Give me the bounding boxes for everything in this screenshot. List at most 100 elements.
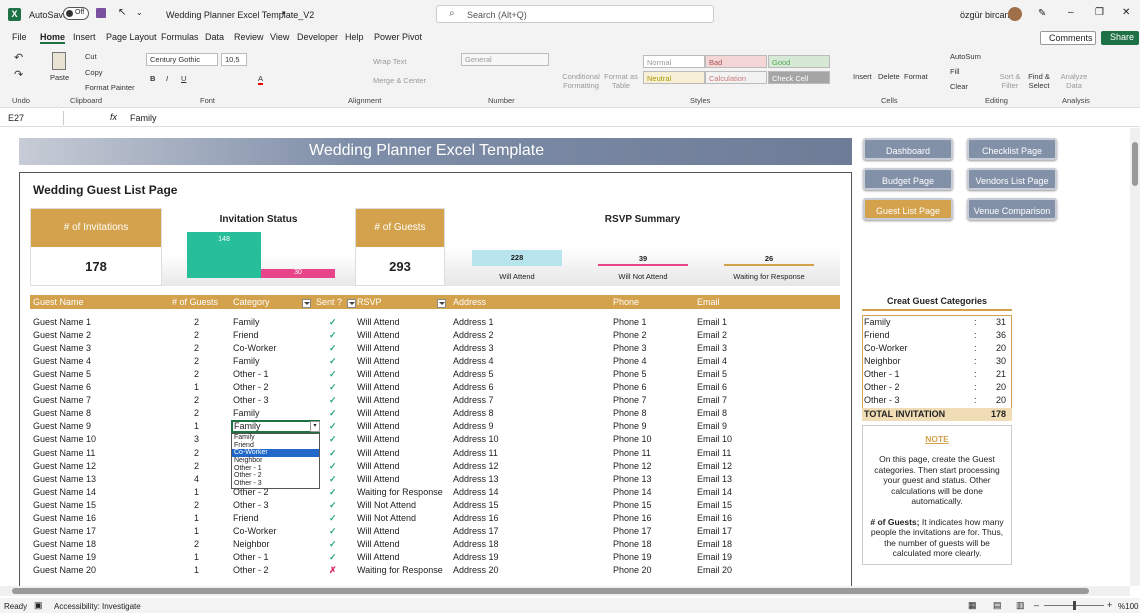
tab-help[interactable]: Help	[345, 32, 364, 42]
vertical-scrollbar-thumb[interactable]	[1132, 142, 1138, 186]
cell-sent[interactable]: ✓	[329, 434, 337, 445]
cell-category[interactable]: Other - 2	[233, 565, 269, 575]
cell-email[interactable]: Email 15	[697, 500, 732, 510]
cell-category[interactable]: Family	[233, 408, 260, 418]
table-row[interactable]: Guest Name 18 2 Neighbor ✓ Will Attend Addres…	[0, 538, 840, 551]
style-check-cell[interactable]: Check Cell	[768, 71, 830, 84]
category-name[interactable]: Friend	[864, 330, 890, 340]
category-name[interactable]: Family	[864, 317, 891, 327]
save-icon[interactable]	[96, 8, 106, 18]
table-row[interactable]: Guest Name 6 1 Other - 2 ✓ Will Attend Addres…	[0, 381, 840, 394]
cell-email[interactable]: Email 6	[697, 382, 727, 392]
customize-icon[interactable]: ⌄	[136, 8, 143, 17]
fx-icon[interactable]: fx	[110, 112, 117, 122]
comments-button[interactable]: Comments	[1040, 31, 1096, 45]
dropdown-option[interactable]: Other - 1	[232, 465, 319, 473]
dropdown-option[interactable]: Neighbor	[232, 457, 319, 465]
cell-address[interactable]: Address 19	[453, 552, 499, 562]
normal-view-icon[interactable]: ▦	[968, 600, 977, 611]
cell-phone[interactable]: Phone 15	[613, 500, 652, 510]
cell-phone[interactable]: Phone 5	[613, 369, 647, 379]
cell-sent[interactable]: ✓	[329, 408, 337, 419]
cell-rsvp[interactable]: Will Attend	[357, 474, 400, 484]
cell-rsvp[interactable]: Will Attend	[357, 330, 400, 340]
cell-rsvp[interactable]: Will Attend	[357, 526, 400, 536]
cell-num-guests[interactable]: 2	[194, 343, 199, 353]
redo-icon[interactable]: ↷	[14, 68, 23, 81]
cell-rsvp[interactable]: Will Attend	[357, 369, 400, 379]
cell-sent[interactable]: ✓	[329, 421, 337, 432]
cell-address[interactable]: Address 6	[453, 382, 494, 392]
doc-title-dropdown-icon[interactable]: ▾	[282, 9, 286, 17]
pointer-icon[interactable]: ↖	[118, 7, 126, 18]
table-row[interactable]: Guest Name 12 2 ✓ Will Attend Address 12 Phon…	[0, 460, 840, 473]
rsvp-filter-icon[interactable]	[437, 299, 446, 308]
tab-page-layout[interactable]: Page Layout	[106, 32, 157, 42]
horizontal-scrollbar[interactable]	[0, 586, 1130, 596]
tab-file[interactable]: File	[12, 32, 27, 42]
table-row[interactable]: Guest Name 9 1 Family ✓ Will Attend Address 9…	[0, 420, 840, 433]
cell-sent[interactable]: ✓	[329, 343, 337, 354]
italic-icon[interactable]: I	[166, 74, 168, 83]
cell-category[interactable]: Neighbor	[233, 539, 270, 549]
delete-cells-button[interactable]: Delete	[878, 72, 900, 81]
cell-guest-name[interactable]: Guest Name 3	[33, 343, 91, 353]
cell-num-guests[interactable]: 1	[194, 565, 199, 575]
table-row[interactable]: Guest Name 13 4 ✓ Will Attend Address 13 Phon…	[0, 473, 840, 486]
table-row[interactable]: Guest Name 19 1 Other - 1 ✓ Will Attend Addre…	[0, 551, 840, 564]
sort-filter-button[interactable]: Sort & Filter	[997, 72, 1023, 90]
cell-guest-name[interactable]: Guest Name 1	[33, 317, 91, 327]
cell-address[interactable]: Address 7	[453, 395, 494, 405]
cell-sent[interactable]: ✓	[329, 526, 337, 537]
table-row[interactable]: Guest Name 5 2 Other - 1 ✓ Will Attend Addres…	[0, 368, 840, 381]
zoom-level[interactable]: %100	[1118, 602, 1138, 611]
cell-rsvp[interactable]: Waiting for Response	[357, 565, 443, 575]
cell-sent[interactable]: ✓	[329, 395, 337, 406]
cell-email[interactable]: Email 18	[697, 539, 732, 549]
cell-rsvp[interactable]: Will Attend	[357, 382, 400, 392]
table-row[interactable]: Guest Name 15 2 Other - 3 ✓ Will Not Attend A…	[0, 499, 840, 512]
cell-num-guests[interactable]: 2	[194, 369, 199, 379]
cell-address[interactable]: Address 12	[453, 461, 499, 471]
tab-insert[interactable]: Insert	[73, 32, 96, 42]
cell-address[interactable]: Address 13	[453, 474, 499, 484]
font-name-select[interactable]: Century Gothic	[146, 53, 218, 66]
category-name[interactable]: Co-Worker	[864, 343, 907, 353]
cell-sent[interactable]: ✓	[329, 500, 337, 511]
cell-phone[interactable]: Phone 17	[613, 526, 652, 536]
dropdown-option[interactable]: Family	[232, 434, 319, 442]
cell-address[interactable]: Address 18	[453, 539, 499, 549]
cell-phone[interactable]: Phone 1	[613, 317, 647, 327]
tab-developer[interactable]: Developer	[297, 32, 338, 42]
zoom-out-icon[interactable]: –	[1034, 600, 1039, 610]
cell-rsvp[interactable]: Will Attend	[357, 395, 400, 405]
cell-address[interactable]: Address 14	[453, 487, 499, 497]
cell-email[interactable]: Email 11	[697, 448, 731, 458]
merge-center-button[interactable]: Merge & Center	[373, 76, 426, 85]
cell-num-guests[interactable]: 2	[194, 448, 199, 458]
nav-dashboard-button[interactable]: Dashboard	[863, 138, 953, 160]
cell-guest-name[interactable]: Guest Name 18	[33, 539, 96, 549]
cell-guest-name[interactable]: Guest Name 13	[33, 474, 96, 484]
cell-guest-name[interactable]: Guest Name 7	[33, 395, 91, 405]
copy-button[interactable]: Copy	[85, 68, 103, 77]
cut-button[interactable]: Cut	[85, 52, 97, 61]
cell-address[interactable]: Address 11	[453, 448, 498, 458]
category-row[interactable]: Family: 31	[862, 316, 1012, 329]
insert-cells-button[interactable]: Insert	[853, 72, 872, 81]
cell-num-guests[interactable]: 2	[194, 408, 199, 418]
cell-guest-name[interactable]: Guest Name 9	[33, 421, 91, 431]
cell-email[interactable]: Email 7	[697, 395, 727, 405]
cell-email[interactable]: Email 13	[697, 474, 732, 484]
cell-dropdown-button[interactable]: ▾	[310, 421, 320, 432]
cell-num-guests[interactable]: 1	[194, 552, 199, 562]
cell-num-guests[interactable]: 2	[194, 395, 199, 405]
cell-guest-name[interactable]: Guest Name 19	[33, 552, 96, 562]
cell-num-guests[interactable]: 2	[194, 356, 199, 366]
search-box[interactable]: ⌕ Search (Alt+Q)	[436, 5, 714, 23]
cell-rsvp[interactable]: Waiting for Response	[357, 487, 443, 497]
format-cells-button[interactable]: Format	[904, 72, 928, 81]
cell-phone[interactable]: Phone 2	[613, 330, 647, 340]
table-row[interactable]: Guest Name 2 2 Friend ✓ Will Attend Address 2…	[0, 329, 840, 342]
close-icon[interactable]: ✕	[1122, 7, 1130, 18]
